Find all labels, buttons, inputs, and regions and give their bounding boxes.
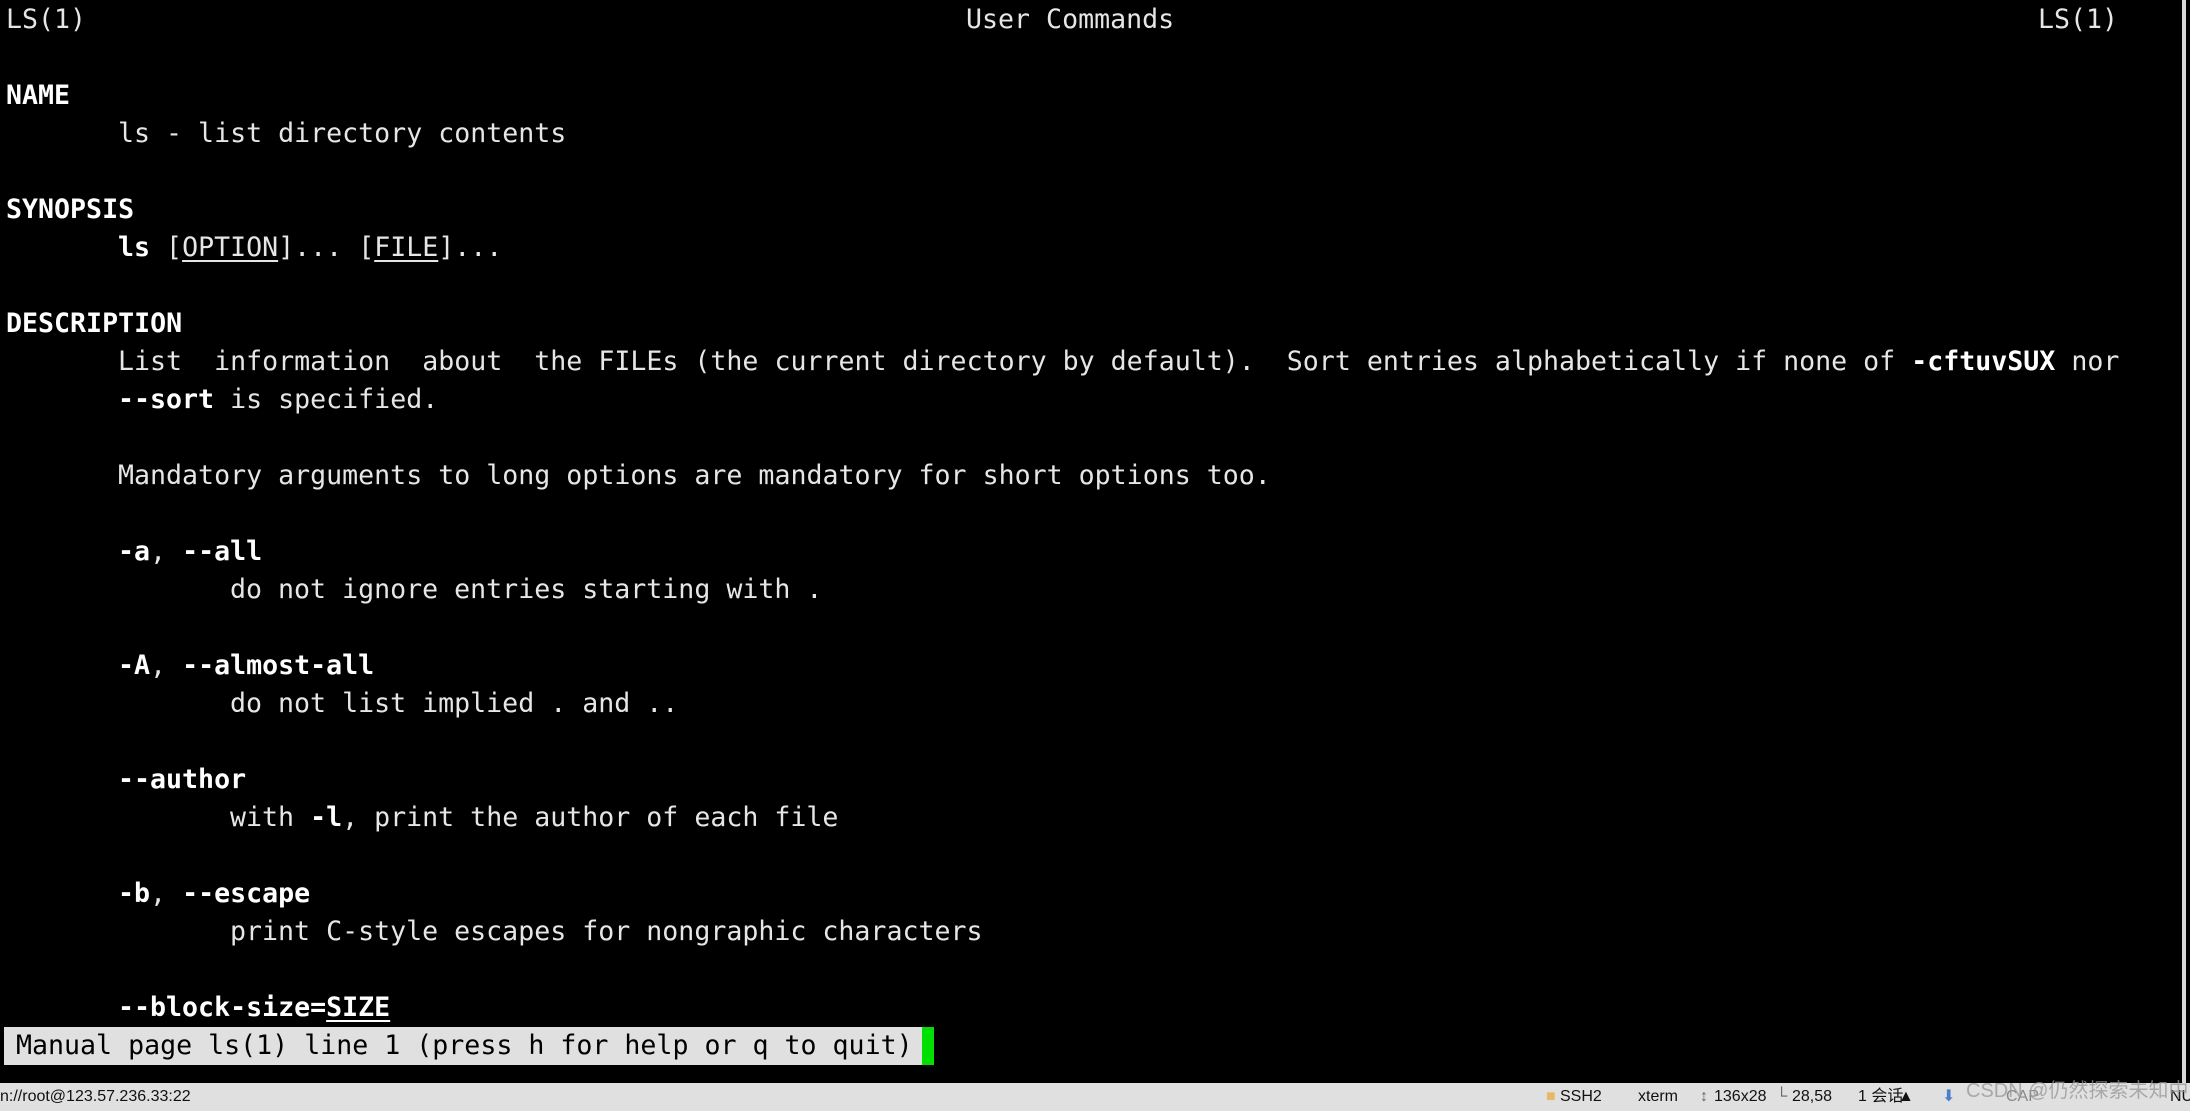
- terminal-screen[interactable]: LS(1) User Commands LS(1) NAME ls - list…: [0, 0, 2186, 1083]
- resize-icon: ↕: [1700, 1088, 1708, 1105]
- option-desc: do not list implied . and ..: [230, 688, 679, 719]
- option-desc: do not ignore entries starting with .: [230, 574, 823, 605]
- option-desc-flag: -l: [310, 802, 343, 833]
- terminal-type: xterm: [1638, 1088, 1678, 1105]
- option-sep: ,: [150, 650, 183, 681]
- option-long: --almost-all: [182, 650, 375, 681]
- description-text: is specified.: [214, 384, 439, 415]
- option-sep: ,: [150, 878, 183, 909]
- download-arrow-icon: ⬇: [1942, 1088, 1956, 1105]
- section-name-heading: NAME: [6, 80, 71, 111]
- cursor-position: 28,58: [1792, 1088, 1833, 1105]
- synopsis-option: OPTION: [182, 232, 279, 263]
- lock-icon: ■: [1546, 1088, 1556, 1105]
- option-long: --block-size=: [118, 992, 327, 1023]
- cursor-position-icon: └: [1776, 1088, 1788, 1105]
- synopsis-cmd: ls: [118, 232, 151, 263]
- connection-address: n://root@123.57.236.33:22: [0, 1088, 191, 1105]
- section-description-heading: DESCRIPTION: [6, 308, 183, 339]
- option-desc-text: with: [230, 802, 311, 833]
- description-line-1: List information about the FILEs (the cu…: [118, 343, 2119, 381]
- option-A: -A, --almost-all: [118, 647, 374, 685]
- option-sep: ,: [150, 536, 183, 567]
- synopsis-text: ]...: [438, 232, 503, 263]
- option-block-size: --block-size=SIZE: [118, 989, 390, 1027]
- description-mandatory: Mandatory arguments to long options are …: [118, 460, 1271, 491]
- status-bar: n://root@123.57.236.33:22 ■ SSH2 xterm ↕…: [0, 1080, 2190, 1111]
- description-option: -cftuvSUX: [1911, 346, 2056, 377]
- option-long: --escape: [182, 878, 311, 909]
- scrollbar[interactable]: [2182, 0, 2186, 1083]
- description-text: nor: [2055, 346, 2120, 377]
- terminal-size: 136x28: [1714, 1088, 1767, 1105]
- option-long: --all: [182, 536, 263, 567]
- option-short: -A: [118, 650, 151, 681]
- terminal-cursor: [922, 1027, 934, 1065]
- option-short: -a: [118, 536, 151, 567]
- watermark: CSDN @仍然探索未知中: [1966, 1080, 2189, 1102]
- header-right: LS(1): [2038, 4, 2119, 35]
- section-synopsis-heading: SYNOPSIS: [6, 194, 135, 225]
- option-a: -a, --all: [118, 533, 262, 571]
- header-left: LS(1): [6, 4, 87, 35]
- description-line-2: --sort is specified.: [118, 381, 438, 419]
- option-desc: print C-style escapes for nongraphic cha…: [230, 916, 983, 947]
- option-arg: SIZE: [326, 992, 391, 1023]
- description-option: --sort: [118, 384, 215, 415]
- header-center: User Commands: [966, 4, 1175, 35]
- name-text: ls - list directory contents: [118, 118, 567, 149]
- description-text: List information about the FILEs (the cu…: [118, 346, 1912, 377]
- option-desc-text: , print the author of each file: [342, 802, 839, 833]
- synopsis-text: [: [150, 232, 183, 263]
- protocol: SSH2: [1560, 1088, 1602, 1105]
- pager-status-line: Manual page ls(1) line 1 (press h for he…: [4, 1027, 922, 1065]
- session-count: 1 会话: [1858, 1088, 1904, 1105]
- synopsis-text: ]... [: [278, 232, 375, 263]
- option-b: -b, --escape: [118, 875, 310, 913]
- option-short: -b: [118, 878, 151, 909]
- synopsis-line: ls [OPTION]... [FILE]...: [118, 229, 502, 267]
- option-author: --author: [118, 764, 247, 795]
- option-desc: with -l, print the author of each file: [230, 799, 838, 837]
- upload-arrow-icon: ▲: [1898, 1088, 1914, 1105]
- synopsis-file: FILE: [374, 232, 439, 263]
